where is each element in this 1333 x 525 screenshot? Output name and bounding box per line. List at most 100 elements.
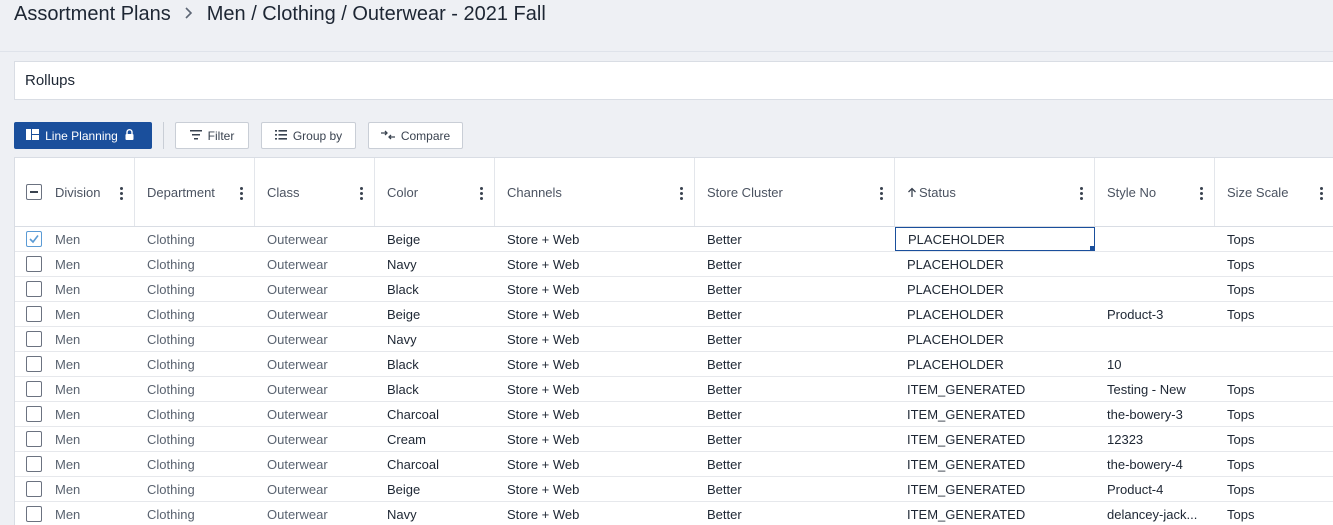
cell-channels[interactable]: Store + Web — [495, 227, 695, 251]
cell-department[interactable]: Clothing — [135, 227, 255, 251]
cell-store-cluster[interactable]: Better — [695, 252, 895, 276]
cell-department[interactable]: Clothing — [135, 452, 255, 476]
cell-channels[interactable]: Store + Web — [495, 277, 695, 301]
cell-channels[interactable]: Store + Web — [495, 327, 695, 351]
cell-style-no[interactable] — [1095, 277, 1215, 301]
cell-status[interactable]: ITEM_GENERATED — [895, 402, 1095, 426]
cell-color[interactable]: Charcoal — [375, 402, 495, 426]
row-checkbox[interactable] — [26, 231, 42, 247]
cell-color[interactable]: Navy — [375, 502, 495, 525]
row-checkbox[interactable] — [26, 281, 42, 297]
cell-department[interactable]: Clothing — [135, 502, 255, 525]
table-row[interactable]: Men Clothing Outerwear Beige Store + Web Bett… — [15, 302, 1333, 327]
table-row[interactable]: Men Clothing Outerwear Charcoal Store + Web B… — [15, 402, 1333, 427]
row-checkbox[interactable] — [26, 431, 42, 447]
cell-status[interactable]: ITEM_GENERATED — [895, 452, 1095, 476]
cell-style-no[interactable] — [1095, 227, 1215, 251]
cell-division[interactable]: Men — [45, 352, 135, 376]
cell-division[interactable]: Men — [45, 252, 135, 276]
cell-department[interactable]: Clothing — [135, 427, 255, 451]
cell-division[interactable]: Men — [45, 477, 135, 501]
cell-status[interactable]: ITEM_GENERATED — [895, 502, 1095, 525]
column-header-color[interactable]: Color — [375, 158, 495, 226]
cell-store-cluster[interactable]: Better — [695, 402, 895, 426]
cell-class[interactable]: Outerwear — [255, 452, 375, 476]
cell-department[interactable]: Clothing — [135, 377, 255, 401]
row-checkbox[interactable] — [26, 306, 42, 322]
cell-status[interactable]: PLACEHOLDER — [895, 302, 1095, 326]
row-checkbox[interactable] — [26, 256, 42, 272]
column-menu-icon[interactable] — [116, 186, 126, 200]
row-checkbox[interactable] — [26, 456, 42, 472]
cell-size-scale[interactable] — [1215, 352, 1333, 376]
cell-department[interactable]: Clothing — [135, 402, 255, 426]
cell-color[interactable]: Black — [375, 277, 495, 301]
column-menu-icon[interactable] — [1196, 186, 1206, 200]
column-menu-icon[interactable] — [676, 186, 686, 200]
column-menu-icon[interactable] — [876, 186, 886, 200]
cell-division[interactable]: Men — [45, 327, 135, 351]
cell-department[interactable]: Clothing — [135, 302, 255, 326]
row-checkbox[interactable] — [26, 506, 42, 522]
cell-color[interactable]: Black — [375, 377, 495, 401]
cell-department[interactable]: Clothing — [135, 352, 255, 376]
column-menu-icon[interactable] — [1076, 186, 1086, 200]
cell-channels[interactable]: Store + Web — [495, 302, 695, 326]
cell-channels[interactable]: Store + Web — [495, 352, 695, 376]
column-header-class[interactable]: Class — [255, 158, 375, 226]
cell-size-scale[interactable]: Tops — [1215, 302, 1333, 326]
column-menu-icon[interactable] — [356, 186, 366, 200]
cell-size-scale[interactable]: Tops — [1215, 377, 1333, 401]
cell-store-cluster[interactable]: Better — [695, 452, 895, 476]
cell-class[interactable]: Outerwear — [255, 327, 375, 351]
cell-channels[interactable]: Store + Web — [495, 252, 695, 276]
column-menu-icon[interactable] — [236, 186, 246, 200]
cell-channels[interactable]: Store + Web — [495, 477, 695, 501]
cell-department[interactable]: Clothing — [135, 252, 255, 276]
column-header-store-cluster[interactable]: Store Cluster — [695, 158, 895, 226]
column-header-size-scale[interactable]: Size Scale — [1215, 158, 1333, 226]
cell-status[interactable]: PLACEHOLDER — [895, 327, 1095, 351]
table-row[interactable]: Men Clothing Outerwear Navy Store + Web Bette… — [15, 327, 1333, 352]
cell-division[interactable]: Men — [45, 302, 135, 326]
cell-status[interactable]: PLACEHOLDER — [895, 352, 1095, 376]
line-planning-button[interactable]: Line Planning — [14, 122, 152, 149]
column-header-department[interactable]: Department — [135, 158, 255, 226]
cell-class[interactable]: Outerwear — [255, 227, 375, 251]
cell-color[interactable]: Beige — [375, 477, 495, 501]
cell-store-cluster[interactable]: Better — [695, 302, 895, 326]
row-checkbox[interactable] — [26, 381, 42, 397]
cell-store-cluster[interactable]: Better — [695, 377, 895, 401]
column-header-division[interactable]: Division — [15, 158, 135, 226]
cell-department[interactable]: Clothing — [135, 327, 255, 351]
filter-button[interactable]: Filter — [175, 122, 249, 149]
cell-size-scale[interactable]: Tops — [1215, 277, 1333, 301]
cell-style-no[interactable]: 12323 — [1095, 427, 1215, 451]
table-row[interactable]: Men Clothing Outerwear Cream Store + Web Bett… — [15, 427, 1333, 452]
cell-class[interactable]: Outerwear — [255, 252, 375, 276]
cell-color[interactable]: Navy — [375, 252, 495, 276]
cell-department[interactable]: Clothing — [135, 477, 255, 501]
cell-channels[interactable]: Store + Web — [495, 377, 695, 401]
cell-store-cluster[interactable]: Better — [695, 502, 895, 525]
row-checkbox[interactable] — [26, 481, 42, 497]
cell-style-no[interactable] — [1095, 252, 1215, 276]
cell-class[interactable]: Outerwear — [255, 302, 375, 326]
cell-size-scale[interactable]: Tops — [1215, 477, 1333, 501]
row-checkbox[interactable] — [26, 331, 42, 347]
cell-style-no[interactable]: Product-4 — [1095, 477, 1215, 501]
rollups-panel[interactable]: Rollups — [14, 61, 1333, 100]
cell-status[interactable]: ITEM_GENERATED — [895, 427, 1095, 451]
cell-channels[interactable]: Store + Web — [495, 502, 695, 525]
cell-division[interactable]: Men — [45, 277, 135, 301]
table-row[interactable]: Men Clothing Outerwear Beige Store + Web Bett… — [15, 227, 1333, 252]
table-row[interactable]: Men Clothing Outerwear Navy Store + Web Bette… — [15, 252, 1333, 277]
cell-color[interactable]: Navy — [375, 327, 495, 351]
cell-store-cluster[interactable]: Better — [695, 477, 895, 501]
cell-channels[interactable]: Store + Web — [495, 427, 695, 451]
cell-class[interactable]: Outerwear — [255, 352, 375, 376]
column-header-style-no[interactable]: Style No — [1095, 158, 1215, 226]
cell-style-no[interactable]: the-bowery-4 — [1095, 452, 1215, 476]
cell-department[interactable]: Clothing — [135, 277, 255, 301]
breadcrumb-root[interactable]: Assortment Plans — [14, 3, 171, 26]
